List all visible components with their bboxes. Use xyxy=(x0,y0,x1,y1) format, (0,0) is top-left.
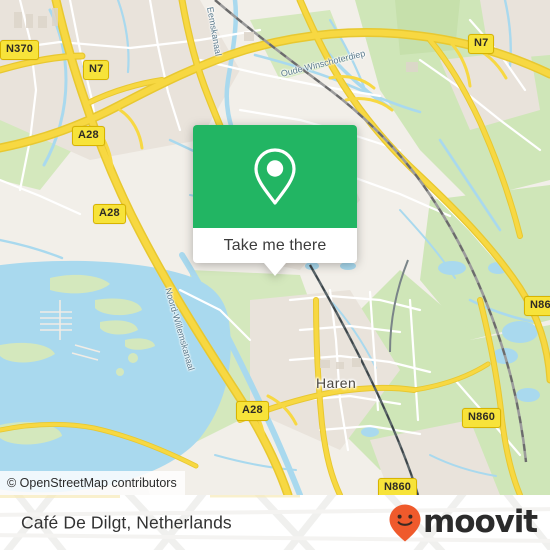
map-pin-icon xyxy=(254,147,296,205)
road-shield-a28-north[interactable]: A28 xyxy=(72,126,105,146)
location-popup-card[interactable]: Take me there xyxy=(193,125,357,276)
map-screenshot: Oude Winschoterdiep Noord-Willemskanaal … xyxy=(0,0,550,550)
popup-marker-panel xyxy=(193,125,357,228)
road-shield-n370[interactable]: N370 xyxy=(0,40,40,60)
road-shield-n860-mid[interactable]: N860 xyxy=(462,408,502,428)
road-shield-a28-mid[interactable]: A28 xyxy=(93,204,126,224)
road-shield-a28-south[interactable]: A28 xyxy=(236,401,269,421)
moovit-wordmark: moovit xyxy=(423,504,538,540)
footer-bar: Café De Dilgt, Netherlands moovit xyxy=(0,495,550,550)
popup-tail-pointer xyxy=(264,263,286,276)
road-shield-n860-south[interactable]: N860 xyxy=(378,478,418,495)
road-shield-n7-east[interactable]: N7 xyxy=(468,34,495,54)
moovit-logo[interactable]: moovit xyxy=(388,503,538,543)
location-title: Café De Dilgt, Netherlands xyxy=(21,512,232,532)
popup-cta-panel[interactable]: Take me there xyxy=(193,228,357,276)
road-shield-n7-west[interactable]: N7 xyxy=(83,60,110,80)
road-shield-n860-east[interactable]: N860 xyxy=(524,296,550,316)
moovit-smiley-pin-icon xyxy=(389,504,421,541)
map-attribution[interactable]: © OpenStreetMap contributors xyxy=(0,470,185,495)
take-me-there-label: Take me there xyxy=(223,236,327,254)
